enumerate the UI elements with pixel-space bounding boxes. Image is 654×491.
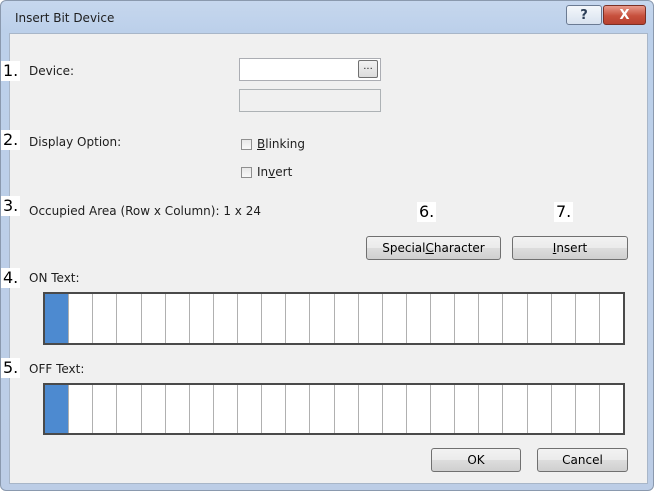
on-text-cell[interactable] (335, 294, 359, 343)
off-text-cell[interactable] (576, 385, 600, 433)
off-text-cell[interactable] (407, 385, 431, 433)
on-text-cell[interactable] (576, 294, 600, 343)
off-text-cell[interactable] (117, 385, 142, 433)
insert-button[interactable]: Insert (512, 236, 628, 260)
off-text-cell[interactable] (166, 385, 190, 433)
on-text-cell[interactable] (479, 294, 504, 343)
on-text-cell[interactable] (190, 294, 214, 343)
on-text-cell[interactable] (166, 294, 190, 343)
close-button[interactable]: X (603, 5, 646, 25)
off-text-cell[interactable] (262, 385, 287, 433)
occupied-area-value: 1 x 24 (223, 204, 261, 218)
on-text-cell[interactable] (359, 294, 383, 343)
off-text-cell[interactable] (190, 385, 214, 433)
off-text-cell[interactable] (310, 385, 335, 433)
off-text-cell[interactable] (600, 385, 623, 433)
invert-checkbox[interactable]: Invert (241, 165, 292, 179)
on-text-cell[interactable] (600, 294, 623, 343)
off-text-cell[interactable] (45, 385, 70, 433)
off-text-cell[interactable] (214, 385, 238, 433)
device-browse-button[interactable]: ... (358, 60, 378, 78)
on-text-cell[interactable] (93, 294, 118, 343)
off-text-cell[interactable] (286, 385, 311, 433)
on-text-cell[interactable] (552, 294, 576, 343)
off-text-cell[interactable] (69, 385, 94, 433)
occupied-area-label: Occupied Area (Row x Column): 1 x 24 (29, 204, 261, 218)
on-text-cell[interactable] (286, 294, 311, 343)
blinking-checkbox-box[interactable] (241, 138, 252, 150)
cancel-button[interactable]: Cancel (537, 448, 628, 472)
off-text-cell[interactable] (93, 385, 118, 433)
display-option-label: Display Option: (29, 135, 122, 149)
off-text-cell[interactable] (383, 385, 407, 433)
on-text-grid[interactable] (43, 292, 625, 345)
on-text-cell[interactable] (503, 294, 528, 343)
dialog-body: Device: ... Display Option: Blinking Inv… (9, 33, 648, 484)
on-text-cell[interactable] (117, 294, 142, 343)
on-text-cell[interactable] (142, 294, 166, 343)
on-text-cell[interactable] (310, 294, 335, 343)
insert-bit-device-dialog: Insert Bit Device ? X Device: ... Displa… (0, 0, 654, 491)
marker-2: 2. (1, 130, 21, 150)
help-button[interactable]: ? (566, 5, 602, 25)
on-text-label: ON Text: (29, 271, 80, 285)
invert-label: Invert (257, 165, 293, 179)
off-text-cell[interactable] (359, 385, 383, 433)
ellipsis-icon: ... (363, 61, 373, 72)
off-text-cell[interactable] (142, 385, 166, 433)
on-text-cell[interactable] (262, 294, 287, 343)
off-text-label: OFF Text: (29, 362, 85, 376)
on-text-cell[interactable] (238, 294, 263, 343)
marker-1: 1. (1, 61, 21, 81)
close-icon: X (619, 7, 630, 23)
off-text-cell[interactable] (552, 385, 576, 433)
off-text-cell[interactable] (455, 385, 480, 433)
on-text-cell[interactable] (45, 294, 70, 343)
invert-checkbox-box[interactable] (241, 166, 252, 178)
on-text-cell[interactable] (431, 294, 456, 343)
on-text-cell[interactable] (214, 294, 238, 343)
off-text-cell[interactable] (335, 385, 359, 433)
on-text-cell[interactable] (69, 294, 94, 343)
off-text-cell[interactable] (479, 385, 504, 433)
blinking-checkbox[interactable]: Blinking (241, 137, 305, 151)
off-text-grid[interactable] (43, 383, 625, 435)
off-text-cell[interactable] (238, 385, 263, 433)
off-text-cell[interactable] (503, 385, 528, 433)
title-bar[interactable]: Insert Bit Device ? X (1, 1, 653, 35)
special-character-button[interactable]: Special Character (366, 236, 501, 260)
off-text-cell[interactable] (431, 385, 456, 433)
marker-7: 7. (554, 202, 574, 222)
marker-3: 3. (1, 196, 21, 216)
dialog-title: Insert Bit Device (15, 11, 115, 25)
on-text-cell[interactable] (455, 294, 480, 343)
blinking-label: Blinking (257, 137, 306, 151)
on-text-cell[interactable] (383, 294, 407, 343)
marker-6: 6. (417, 202, 437, 222)
device-description-field (239, 89, 381, 112)
off-text-cell[interactable] (528, 385, 552, 433)
marker-4: 4. (1, 268, 21, 288)
ok-button[interactable]: OK (431, 448, 521, 472)
on-text-cell[interactable] (528, 294, 552, 343)
on-text-cell[interactable] (407, 294, 431, 343)
help-icon: ? (580, 7, 588, 23)
marker-5: 5. (1, 358, 21, 378)
device-label: Device: (29, 64, 75, 78)
device-input[interactable]: ... (239, 58, 381, 81)
